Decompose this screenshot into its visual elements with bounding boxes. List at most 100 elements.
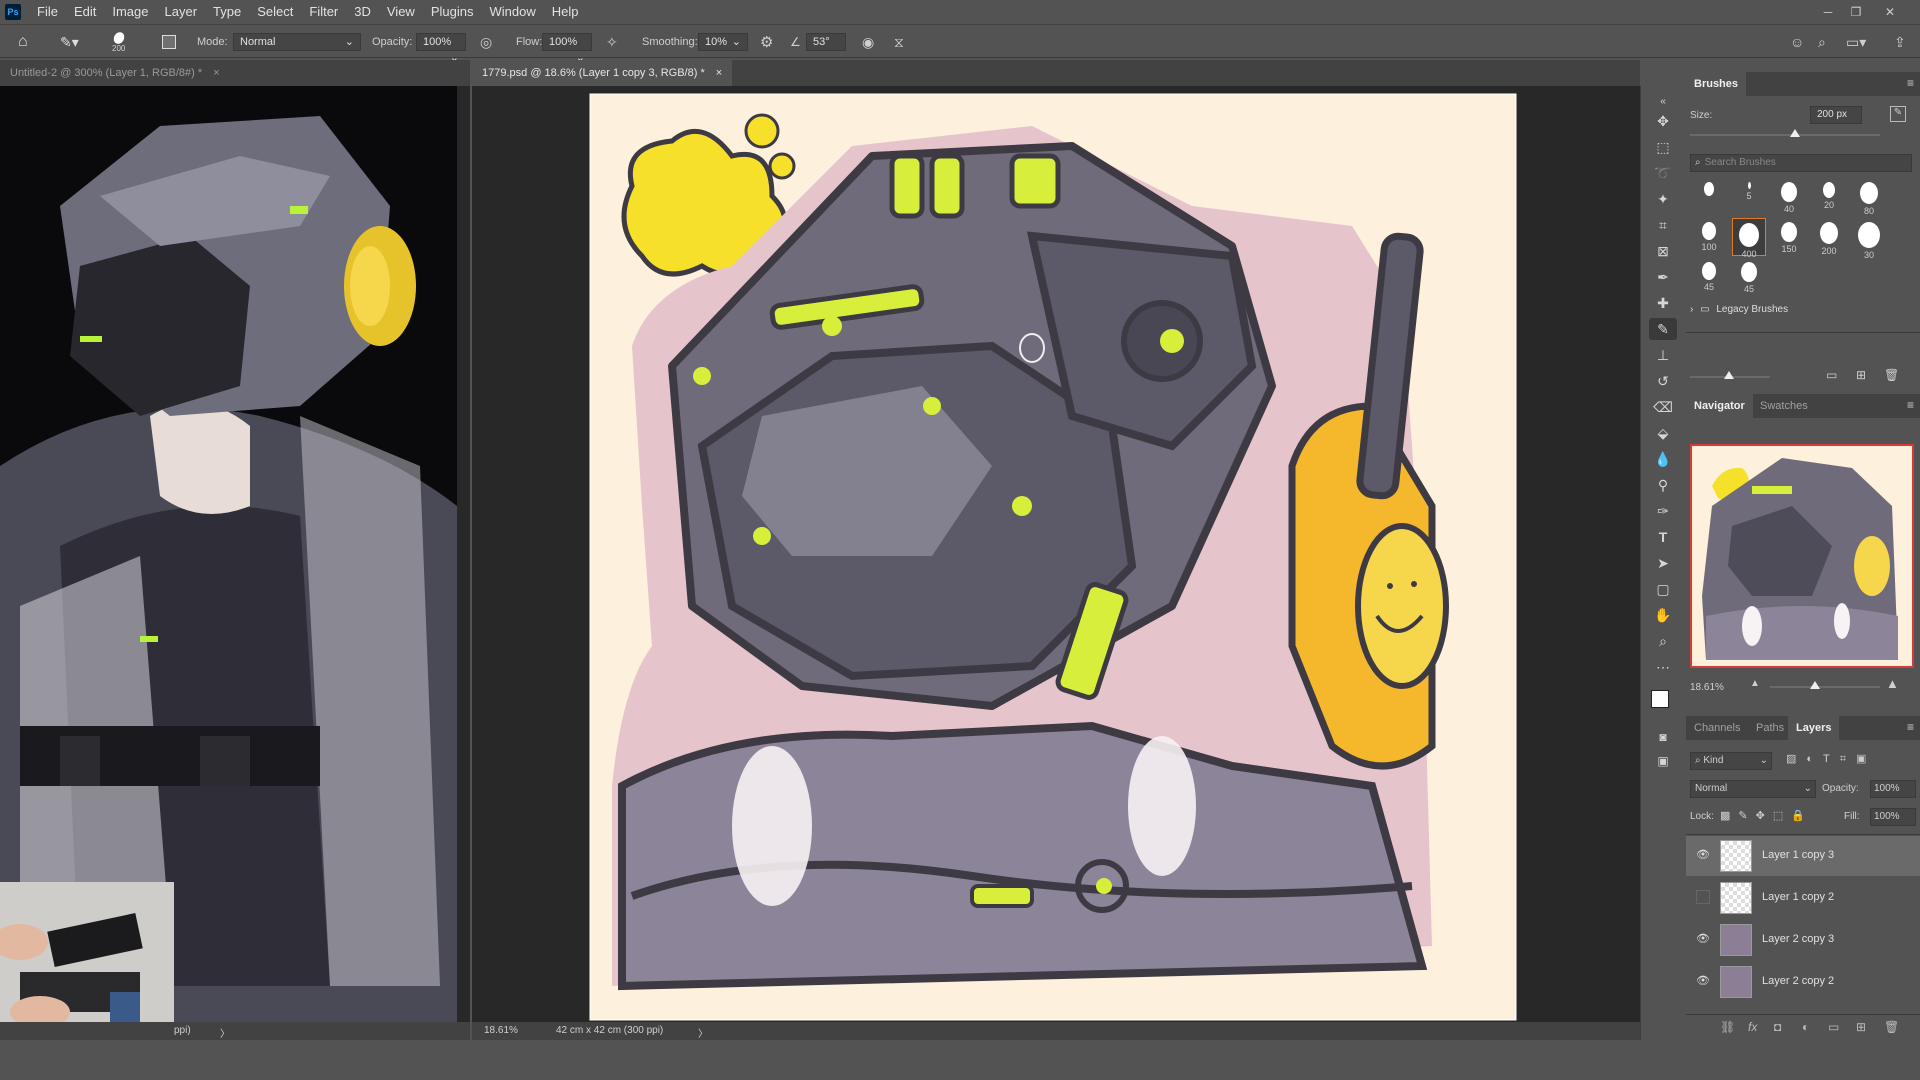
new-layer-icon[interactable]: ⊞ [1856, 1020, 1866, 1034]
minimize-icon[interactable]: ─ [1814, 0, 1842, 24]
eye-hidden-icon[interactable] [1696, 890, 1710, 904]
blur-tool-icon[interactable]: 💧 [1649, 448, 1677, 470]
lasso-tool-icon[interactable]: ➰ [1649, 162, 1677, 184]
legacy-brushes-folder[interactable]: › ▭ Legacy Brushes [1690, 304, 1916, 322]
move-tool-icon[interactable]: ✥ [1649, 110, 1677, 132]
layer-row[interactable]: Layer 1 copy 2 [1686, 878, 1920, 918]
brush-tip[interactable]: 45 [1692, 258, 1726, 296]
opacity-field[interactable]: 100% ⌄ [416, 33, 466, 64]
frame-tool-icon[interactable]: ⊠ [1649, 240, 1677, 262]
menu-filter[interactable]: Filter [301, 0, 346, 24]
layer-opacity-field[interactable]: 100% [1870, 780, 1916, 798]
tab-paths[interactable]: Paths [1748, 716, 1792, 740]
menu-view[interactable]: View [379, 0, 423, 24]
tab-brushes[interactable]: Brushes [1686, 72, 1747, 96]
zoom-tool-icon[interactable]: ⌕ [1649, 630, 1677, 652]
angle-field[interactable]: 53° [806, 33, 846, 51]
hand-tool-icon[interactable]: ✋ [1649, 604, 1677, 626]
brush-size-slider-thumb[interactable] [1789, 129, 1800, 137]
status-arrow[interactable]: 〉 [698, 1025, 708, 1040]
eraser-tool-icon[interactable]: ⌫ [1649, 396, 1677, 418]
add-brush-icon[interactable]: ⊞ [1856, 368, 1866, 382]
artwork-canvas[interactable] [472, 86, 1640, 1022]
brush-size-field[interactable]: 200 px [1810, 106, 1862, 124]
brush-tip[interactable]: 30 [1852, 218, 1886, 260]
new-brush-icon[interactable]: ✎ [1890, 106, 1906, 122]
menu-type[interactable]: Type [205, 0, 249, 24]
close-tab-icon[interactable]: × [716, 67, 722, 79]
panel-menu-icon[interactable]: ≡ [1907, 398, 1914, 412]
menu-image[interactable]: Image [104, 0, 156, 24]
layer-row[interactable]: 👁 Layer 1 copy 3 [1686, 836, 1920, 876]
crop-tool-icon[interactable]: ⌗ [1649, 214, 1677, 236]
menu-plugins[interactable]: Plugins [423, 0, 482, 24]
menu-3d[interactable]: 3D [346, 0, 379, 24]
pen-tool-icon[interactable]: ✑ [1649, 500, 1677, 522]
marquee-tool-icon[interactable]: ⬚ [1649, 136, 1677, 158]
add-mask-icon[interactable]: ◘ [1774, 1020, 1781, 1034]
panel-menu-icon[interactable]: ≡ [1907, 720, 1914, 734]
eyedropper-tool-icon[interactable]: ✒ [1649, 266, 1677, 288]
symmetry-icon[interactable]: ⧖ [894, 25, 904, 59]
menu-edit[interactable]: Edit [66, 0, 104, 24]
brush-preview-size-slider[interactable] [1690, 371, 1770, 379]
navigator-zoom-slider[interactable] [1770, 681, 1880, 689]
tab-channels[interactable]: Channels [1686, 716, 1748, 740]
brush-tip[interactable]: 200 [1812, 218, 1846, 256]
quick-mask-icon[interactable]: ◙ [1649, 726, 1677, 748]
search-icon[interactable]: ⌕ [1818, 25, 1826, 59]
restore-icon[interactable]: ❐ [1842, 0, 1870, 24]
brush-tip[interactable]: 5 [1732, 178, 1766, 216]
magic-wand-tool-icon[interactable]: ✦ [1649, 188, 1677, 210]
close-window-icon[interactable]: ✕ [1876, 0, 1904, 24]
home-icon[interactable]: ⌂ [18, 25, 28, 59]
delete-brush-icon[interactable]: 🗑 [1884, 368, 1899, 382]
brush-size-slider[interactable] [1690, 129, 1880, 137]
link-layers-icon[interactable]: ⛓ [1720, 1020, 1735, 1034]
brush-tip[interactable]: 400 [1732, 218, 1766, 259]
layer-row[interactable]: 👁 Layer 2 copy 2 [1686, 962, 1920, 1002]
brush-tip[interactable]: 45 [1732, 258, 1766, 296]
paint-bucket-tool-icon[interactable]: ⬙ [1649, 422, 1677, 444]
tab-navigator[interactable]: Navigator [1686, 394, 1753, 418]
pressure-size-icon[interactable]: ◉ [862, 25, 874, 59]
tab-swatches[interactable]: Swatches [1752, 394, 1816, 418]
brush-size-picker[interactable]: 200 [111, 25, 127, 59]
canvas-area[interactable] [472, 86, 1640, 1022]
brush-settings-toggle-icon[interactable] [160, 25, 178, 59]
menu-select[interactable]: Select [249, 0, 301, 24]
brush-tip[interactable]: 100 [1692, 218, 1726, 256]
left-status-arrow[interactable]: 〉 [220, 1025, 230, 1040]
clone-stamp-tool-icon[interactable]: ⊥ [1649, 344, 1677, 366]
fx-icon[interactable]: fx [1748, 1020, 1757, 1034]
brush-tip[interactable]: 80 [1852, 178, 1886, 216]
pressure-opacity-icon[interactable]: ◎ [480, 25, 492, 59]
navigator-zoom-value[interactable]: 18.61% [1690, 682, 1724, 693]
smoothing-field[interactable]: 10% ⌄ [698, 33, 748, 51]
share-user-icon[interactable]: ☺ [1790, 25, 1804, 59]
blend-mode-select[interactable]: Normal ⌄ [1690, 780, 1816, 798]
layer-filter-kind-select[interactable]: ⌕ Kind ⌄ [1690, 752, 1772, 770]
doc-tab-1779-psd[interactable]: 1779.psd @ 18.6% (Layer 1 copy 3, RGB/8)… [472, 60, 733, 86]
type-tool-icon[interactable]: T [1649, 526, 1677, 548]
lock-icons[interactable]: ▩✎✥⬚🔒 [1720, 809, 1813, 822]
more-tools-icon[interactable]: ⋯ [1649, 656, 1677, 678]
menu-help[interactable]: Help [544, 0, 587, 24]
brush-tip[interactable]: 40 [1772, 178, 1806, 216]
layer-row[interactable]: 👁 Layer 2 copy 3 [1686, 920, 1920, 960]
eye-icon[interactable]: 👁 [1696, 848, 1710, 862]
layer-filter-icons[interactable]: ▨◐T⌗▣ [1786, 752, 1876, 766]
menu-window[interactable]: Window [481, 0, 543, 24]
brush-tool-icon[interactable]: ✎ [1649, 318, 1677, 340]
eye-icon[interactable]: 👁 [1696, 932, 1710, 946]
airbrush-icon[interactable]: ✧ [606, 25, 618, 59]
search-brushes-input[interactable]: ⌕ Search Brushes [1690, 154, 1912, 172]
brush-tool-preset-icon[interactable]: ✎▾ [60, 25, 79, 59]
adjustment-layer-icon[interactable]: ◐ [1802, 1020, 1809, 1034]
delete-layer-icon[interactable]: 🗑 [1884, 1020, 1899, 1034]
brush-tip[interactable] [1692, 178, 1726, 216]
new-group-icon[interactable]: ▭ [1828, 1020, 1839, 1034]
zoom-in-icon[interactable]: ▲ [1886, 676, 1899, 691]
brush-tip[interactable]: 20 [1812, 178, 1846, 216]
navigator-thumbnail[interactable] [1690, 444, 1914, 668]
